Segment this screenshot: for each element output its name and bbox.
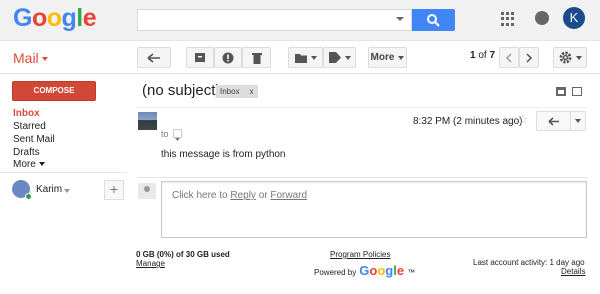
chevron-down-icon[interactable]	[42, 57, 48, 61]
older-button[interactable]	[519, 47, 539, 68]
folder-icon	[294, 53, 307, 63]
manage-storage-link[interactable]: Manage	[136, 259, 165, 268]
sidebar-item-inbox[interactable]: Inbox	[13, 108, 40, 119]
pager-current: 1	[470, 50, 476, 61]
chevron-down-icon	[38, 162, 45, 167]
chevron-down-icon	[575, 119, 581, 123]
sidebar-item-sent-mail[interactable]: Sent Mail	[13, 134, 55, 145]
sidebar-item-more[interactable]: More	[13, 159, 45, 170]
archive-button[interactable]	[186, 47, 214, 68]
search-options-caret-icon[interactable]	[396, 17, 404, 21]
chevron-down-icon	[398, 55, 405, 60]
chevron-right-icon	[526, 52, 533, 63]
storage-usage: 0 GB (0%) of 30 GB used	[136, 250, 230, 259]
search-icon	[427, 14, 440, 27]
logo-letter: g	[61, 4, 77, 32]
logo-letter: o	[31, 4, 47, 32]
logo-letter: G	[359, 263, 370, 278]
more-actions-label: More	[370, 52, 395, 63]
reply-button-group[interactable]	[536, 111, 586, 131]
divider	[137, 177, 587, 178]
pager-of: of	[478, 50, 487, 61]
gear-icon	[559, 51, 571, 64]
label-chip-text: Inbox	[220, 87, 240, 96]
recipient-label: to	[161, 129, 169, 139]
mail-switcher[interactable]: Mail	[13, 50, 39, 66]
message-subject: (no subject)	[142, 82, 221, 99]
new-window-icon[interactable]	[572, 87, 582, 96]
pager-total: 7	[489, 50, 496, 61]
google-logo[interactable]: Google	[13, 3, 97, 33]
powered-by-google: Powered by Google ™	[314, 263, 415, 278]
delete-button[interactable]	[242, 47, 271, 68]
logo-letter: G	[13, 4, 32, 32]
reply-button[interactable]	[537, 112, 571, 130]
settings-button[interactable]	[553, 47, 587, 68]
back-button[interactable]	[137, 47, 171, 68]
message-timestamp: 8:32 PM (2 minutes ago)	[413, 116, 523, 127]
report-spam-button[interactable]	[214, 47, 242, 68]
last-activity-text: Last account activity: 1 day ago	[473, 258, 585, 267]
label-tag-icon	[328, 52, 341, 63]
inbox-label-chip[interactable]: Inbox x	[216, 85, 258, 98]
spam-warning-icon	[222, 52, 234, 63]
user-placeholder-icon	[138, 183, 156, 199]
search-input[interactable]	[137, 9, 412, 31]
divider	[0, 172, 127, 173]
hangouts-user-name[interactable]: Karim	[36, 184, 62, 195]
program-policies-link[interactable]: Program Policies	[330, 250, 390, 259]
chevron-down-icon[interactable]	[64, 189, 70, 193]
newer-button[interactable]	[499, 47, 519, 68]
activity-details-link[interactable]: Details	[561, 267, 585, 276]
online-status-icon	[25, 193, 32, 200]
chevron-down-icon	[575, 55, 582, 60]
sender-photo[interactable]	[138, 112, 157, 130]
powered-by-label: Powered by	[314, 268, 357, 277]
pager-count: 1 of 7	[470, 50, 495, 61]
compose-button[interactable]: COMPOSE	[12, 81, 96, 101]
logo-letter: e	[82, 4, 97, 32]
search-button[interactable]	[412, 9, 455, 31]
trademark-symbol: ™	[407, 268, 416, 277]
more-actions-button[interactable]: More	[368, 47, 407, 68]
chevron-down-icon	[310, 55, 317, 60]
logo-letter: o	[46, 4, 62, 32]
remove-label-icon[interactable]: x	[250, 85, 254, 98]
account-avatar[interactable]: K	[563, 7, 585, 29]
divider	[0, 40, 600, 41]
reply-prompt-prefix: Click here to	[172, 190, 231, 201]
message-body: this message is from python	[161, 149, 286, 160]
quick-reply-prompt[interactable]: Click here to Reply or Forward	[172, 190, 307, 201]
archive-icon	[195, 53, 205, 62]
sidebar-item-more-label: More	[13, 159, 36, 170]
divider	[0, 73, 600, 74]
chevron-down-icon	[344, 55, 351, 60]
print-icon[interactable]	[556, 87, 566, 96]
chevron-left-icon	[505, 52, 512, 63]
forward-link[interactable]: Forward	[270, 190, 307, 201]
labels-button[interactable]	[323, 47, 356, 68]
divider	[137, 107, 587, 108]
sidebar-item-drafts[interactable]: Drafts	[13, 147, 40, 158]
apps-grid-icon[interactable]	[501, 12, 515, 26]
logo-letter: e	[396, 263, 405, 278]
reply-prompt-or: or	[255, 190, 271, 201]
sidebar-item-starred[interactable]: Starred	[13, 121, 46, 132]
chevron-down-icon	[175, 138, 180, 141]
arrow-left-icon	[147, 52, 160, 63]
google-wordmark: Google	[359, 263, 404, 278]
show-details-button[interactable]	[173, 129, 182, 141]
notifications-bell-icon[interactable]	[535, 11, 549, 25]
move-to-button[interactable]	[288, 47, 323, 68]
more-reply-options-button[interactable]	[571, 112, 585, 130]
trash-icon	[251, 52, 262, 64]
star-icon[interactable]: ☆	[517, 113, 529, 126]
new-hangout-button[interactable]: +	[104, 180, 124, 200]
reply-arrow-icon	[548, 116, 559, 126]
reply-link[interactable]: Reply	[230, 190, 256, 201]
